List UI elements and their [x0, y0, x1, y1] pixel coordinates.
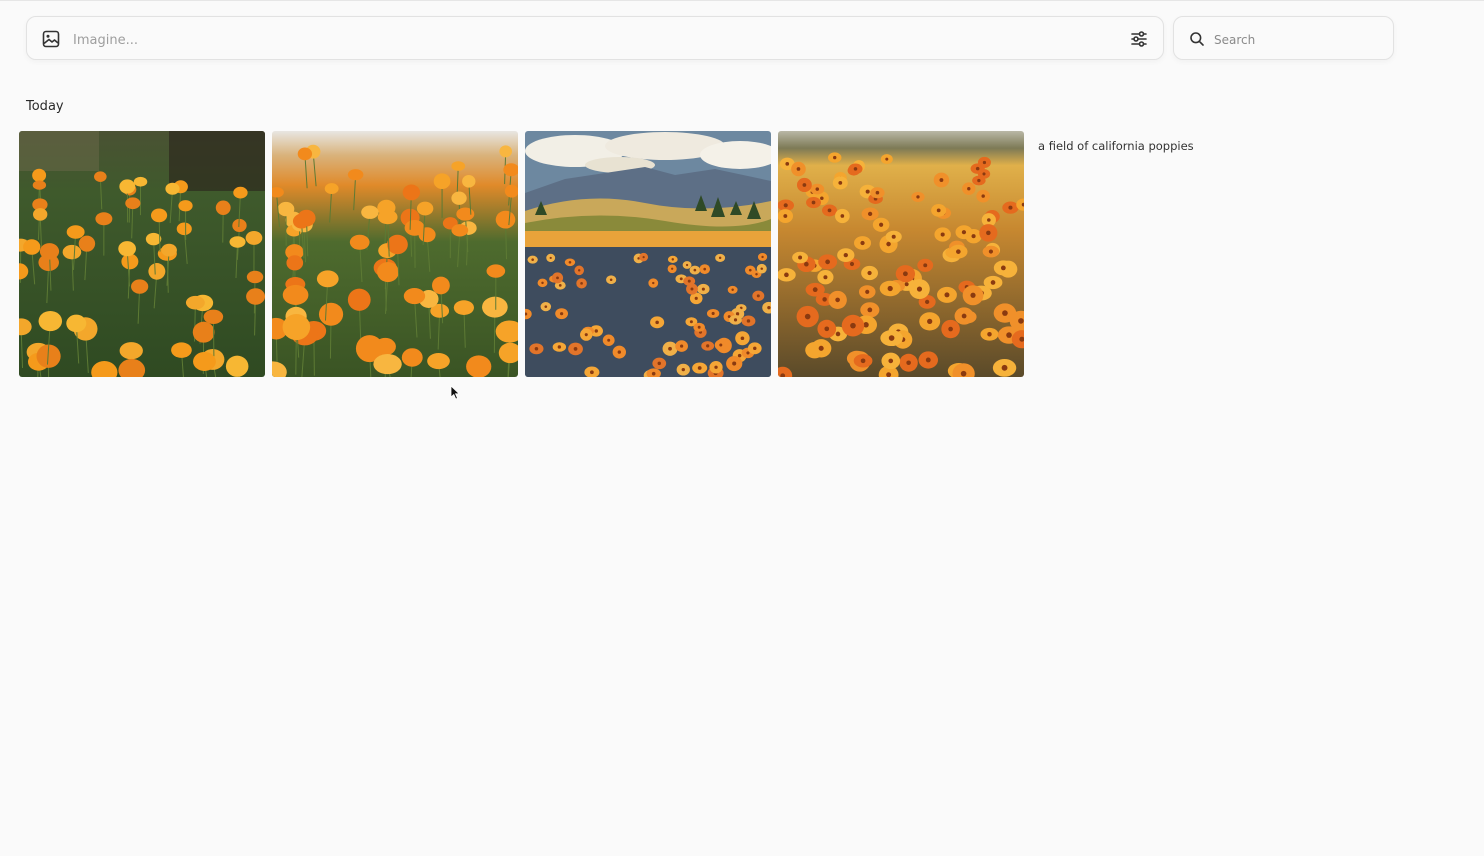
generated-image-2[interactable] [272, 131, 518, 377]
generation-prompt: a field of california poppies [1038, 139, 1194, 153]
generated-image-3[interactable] [525, 131, 771, 377]
search-icon [1190, 32, 1204, 46]
imagine-bar[interactable] [26, 16, 1164, 60]
image-gallery [19, 131, 1024, 377]
search-input[interactable] [1212, 25, 1386, 55]
settings-button[interactable] [1127, 27, 1151, 51]
image-icon [42, 30, 60, 48]
top-divider [0, 0, 1484, 1]
generated-image-1[interactable] [19, 131, 265, 377]
search-bar[interactable] [1173, 16, 1394, 60]
imagine-input[interactable] [71, 25, 1115, 55]
generated-image-4[interactable] [778, 131, 1024, 377]
mouse-cursor-icon [450, 385, 460, 400]
section-title: Today [26, 99, 64, 114]
sliders-icon [1131, 31, 1147, 47]
